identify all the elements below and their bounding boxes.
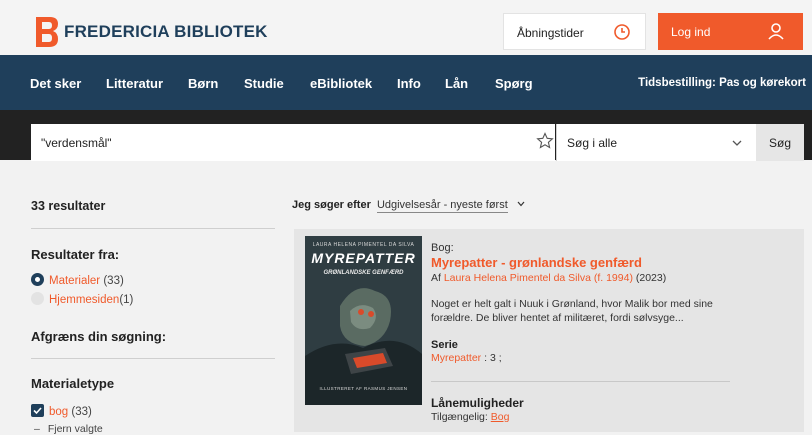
chevron-down-icon — [517, 201, 525, 207]
brand-name[interactable]: FREDERICIA BIBLIOTEK — [64, 22, 268, 42]
results-from-heading: Resultater fra: — [31, 247, 120, 262]
sort-label: Jeg søger efter — [292, 199, 371, 211]
sort-control[interactable]: Jeg søger efter Udgivelsesår - nyeste fø… — [292, 199, 525, 213]
filter-option-label: Materialer — [49, 275, 101, 287]
series-link[interactable]: Myrepatter — [431, 352, 481, 364]
narrow-search-heading: Afgræns din søgning: — [31, 329, 167, 344]
result-description: Noget er helt galt i Nuuk i Grønland, hv… — [431, 298, 713, 325]
clock-icon — [614, 24, 630, 40]
availability-link[interactable]: Bog — [491, 411, 510, 423]
opening-hours-label: Åbningstider — [517, 26, 584, 40]
checkbox-checked-icon — [31, 404, 44, 417]
nav-item-boern[interactable]: Børn — [188, 76, 218, 91]
result-author-line: Af Laura Helena Pimentel da Silva (f. 19… — [431, 272, 666, 284]
nav-item-spoerg[interactable]: Spørg — [495, 76, 533, 91]
search-button[interactable]: Søg — [756, 124, 804, 161]
cover-illustrator: ILLUSTRERET AF RASMUS JENSEN — [319, 386, 408, 391]
sidebar-divider — [31, 358, 275, 359]
cover-title: MYREPATTER — [311, 250, 416, 266]
filter-option-website[interactable]: Hjemmesiden(1) — [31, 292, 133, 306]
login-button[interactable]: Log ind — [658, 13, 803, 50]
radio-selected-icon — [31, 273, 44, 286]
filter-option-label: Hjemmesiden — [49, 294, 120, 306]
loan-options-heading: Lånemuligheder — [431, 396, 524, 410]
author-prefix: Af — [431, 272, 441, 284]
result-count: 33 resultater — [31, 199, 106, 213]
filter-option-materials[interactable]: Materialer (33) — [31, 273, 124, 287]
material-type-count: (33) — [71, 406, 92, 418]
filter-option-count: (33) — [103, 275, 124, 287]
radio-unselected-icon — [31, 292, 44, 305]
cover-subtitle: GRØNLANDSKE GENFÆRD — [323, 270, 404, 276]
search-input[interactable] — [31, 124, 555, 161]
search-scope-select[interactable]: Søg i alle — [556, 124, 756, 161]
sidebar-divider — [31, 228, 275, 229]
sort-value: Udgivelsesår - nyeste først — [376, 199, 508, 213]
nav-item-det-sker[interactable]: Det sker — [30, 76, 81, 91]
series-number: : 3 ; — [484, 352, 502, 364]
material-type-option-bog[interactable]: bog (33) — [31, 404, 92, 418]
user-icon — [768, 23, 784, 40]
series-heading: Serie — [431, 339, 458, 351]
material-type-label: bog — [49, 406, 69, 418]
nav-item-info[interactable]: Info — [397, 76, 421, 91]
cover-author: LAURA HELENA PIMENTEL DA SILVA — [312, 242, 415, 248]
author-link[interactable]: Laura Helena Pimentel da Silva (f. 1994) — [444, 272, 633, 284]
library-logo-icon[interactable] — [36, 17, 58, 47]
opening-hours-button[interactable]: Åbningstider — [503, 13, 646, 50]
minus-icon: – — [34, 423, 40, 435]
result-title-link[interactable]: Myrepatter - grønlandske genfærd — [431, 255, 642, 270]
login-label: Log ind — [671, 25, 711, 39]
clear-selection-link[interactable]: – Fjern valgte — [34, 423, 103, 435]
search-scope-value: Søg i alle — [567, 136, 618, 150]
card-divider — [431, 381, 730, 382]
availability-line: Tilgængelig: Bog — [431, 411, 509, 423]
filter-option-count: (1) — [119, 294, 134, 306]
nav-item-litteratur[interactable]: Litteratur — [106, 76, 163, 91]
result-year: (2023) — [635, 272, 667, 284]
nav-item-studie[interactable]: Studie — [244, 76, 284, 91]
series-line: Myrepatter : 3 ; — [431, 352, 502, 364]
nav-item-laan[interactable]: Lån — [445, 76, 468, 91]
appointment-link[interactable]: Tidsbestilling: Pas og kørekort — [638, 77, 806, 89]
star-icon[interactable] — [536, 132, 554, 150]
book-cover-image[interactable]: LAURA HELENA PIMENTEL DA SILVA MYREPATTE… — [305, 236, 422, 405]
top-bar: FREDERICIA BIBLIOTEK Åbningstider Log in… — [0, 0, 812, 55]
result-material-type: Bog: — [431, 242, 454, 254]
nav-item-ebibliotek[interactable]: eBibliotek — [310, 76, 372, 91]
clear-selection-label: Fjern valgte — [47, 423, 103, 435]
availability-label: Tilgængelig: — [431, 411, 488, 423]
main-navigation: Det sker Litteratur Børn Studie eBibliot… — [0, 55, 812, 110]
chevron-down-icon — [732, 140, 742, 146]
material-type-heading: Materialetype — [31, 376, 115, 391]
